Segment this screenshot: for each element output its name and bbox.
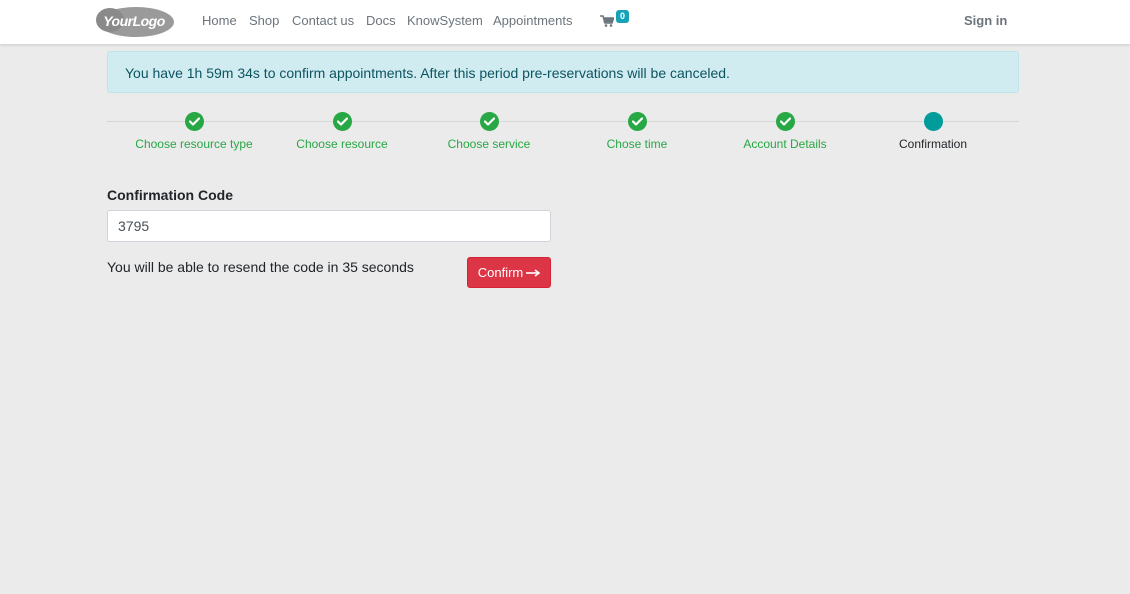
cart-count-badge: 0 bbox=[616, 10, 629, 23]
step-complete-icon bbox=[332, 112, 352, 131]
progress-step: Chose time bbox=[562, 112, 712, 151]
progress-step: Confirmation bbox=[858, 112, 1008, 151]
nav-knowsystem[interactable]: KnowSystem bbox=[407, 13, 483, 28]
confirm-button-label: Confirm bbox=[477, 265, 524, 280]
resend-code-text: You will be able to resend the code in 3… bbox=[107, 259, 414, 275]
progress-step: Choose service bbox=[414, 112, 564, 151]
progress-step: Choose resource type bbox=[119, 112, 269, 151]
step-label: Choose resource type bbox=[135, 137, 253, 151]
alert-text: You have 1h 59m 34s to confirm appointme… bbox=[125, 65, 730, 81]
progress-step: Account Details bbox=[710, 112, 860, 151]
confirm-button[interactable]: Confirm bbox=[467, 257, 551, 288]
step-current-icon bbox=[923, 112, 943, 131]
nav-contact-us[interactable]: Contact us bbox=[292, 13, 354, 28]
step-label: Choose service bbox=[447, 137, 531, 151]
sign-in-link[interactable]: Sign in bbox=[964, 13, 1007, 28]
confirmation-code-label: Confirmation Code bbox=[107, 187, 233, 203]
step-complete-icon bbox=[627, 112, 647, 131]
nav-appointments[interactable]: Appointments bbox=[493, 13, 573, 28]
step-label: Confirmation bbox=[898, 137, 968, 151]
logo-text: YourLogo bbox=[103, 13, 166, 29]
reservation-timer-alert: You have 1h 59m 34s to confirm appointme… bbox=[107, 51, 1019, 93]
cart-link[interactable]: 0 bbox=[600, 10, 632, 32]
step-label: Chose time bbox=[606, 137, 668, 151]
confirmation-code-input[interactable] bbox=[107, 210, 551, 242]
step-label: Choose resource bbox=[296, 137, 388, 151]
step-complete-icon bbox=[479, 112, 499, 131]
top-navbar: YourLogo Home Shop Contact us Docs KnowS… bbox=[0, 0, 1130, 44]
progress-step: Choose resource bbox=[267, 112, 417, 151]
arrow-right-icon bbox=[526, 268, 541, 277]
logo[interactable]: YourLogo bbox=[94, 5, 175, 38]
shopping-cart-icon bbox=[600, 15, 614, 27]
nav-shop[interactable]: Shop bbox=[249, 13, 279, 28]
nav-docs[interactable]: Docs bbox=[366, 13, 396, 28]
nav-home[interactable]: Home bbox=[202, 13, 237, 28]
step-label: Account Details bbox=[743, 137, 827, 151]
step-complete-icon bbox=[184, 112, 204, 131]
step-complete-icon bbox=[775, 112, 795, 131]
